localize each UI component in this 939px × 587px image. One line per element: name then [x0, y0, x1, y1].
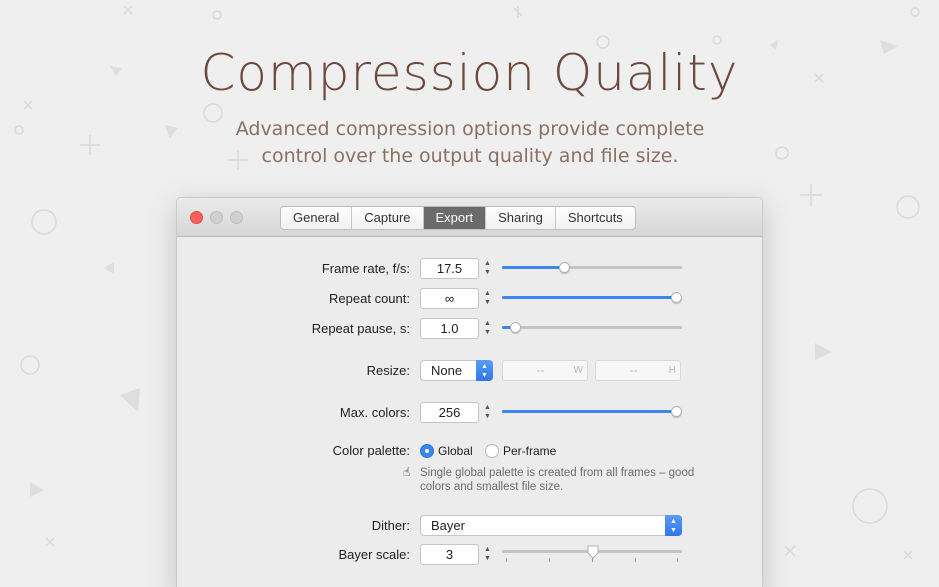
chevron-updown-icon: ▲ ▼ — [665, 515, 682, 536]
tab-export[interactable]: Export — [423, 207, 487, 229]
dither-popup[interactable]: Bayer ▲ ▼ — [420, 515, 682, 536]
slider-knob[interactable] — [587, 545, 599, 559]
palette-per-frame-label[interactable]: Per-frame — [503, 444, 556, 458]
max-colors-slider[interactable] — [502, 404, 682, 420]
height-suffix: H — [668, 365, 676, 376]
slider-tick — [635, 558, 636, 562]
hero-subtitle-line: control over the output quality and file… — [261, 145, 679, 167]
preferences-window: General Capture Export Sharing Shortcuts… — [176, 197, 763, 587]
width-suffix: W — [573, 365, 583, 376]
max-colors-field[interactable]: 256 — [420, 402, 479, 423]
resize-popup[interactable]: None ▲ ▼ — [420, 360, 493, 381]
frame-rate-field[interactable]: 17.5 — [420, 258, 479, 279]
slider-knob[interactable] — [671, 406, 682, 417]
palette-per-frame-radio[interactable] — [485, 444, 499, 458]
height-placeholder: -- — [629, 363, 638, 377]
tab-general[interactable]: General — [281, 207, 353, 229]
repeat-count-label: Repeat count: — [329, 291, 410, 306]
slider-knob[interactable] — [671, 292, 682, 303]
bayer-scale-label: Bayer scale: — [338, 547, 410, 562]
slider-knob[interactable] — [559, 262, 570, 273]
palette-hint-line: colors and smallest file size. — [420, 481, 564, 493]
width-placeholder: -- — [536, 363, 545, 377]
resize-label: Resize: — [366, 363, 410, 378]
bayer-scale-stepper[interactable]: ▲ ▼ — [483, 545, 492, 564]
hero-subtitle-line: Advanced compression options provide com… — [235, 118, 705, 140]
palette-hint: Single global palette is created from al… — [420, 466, 720, 494]
slider-fill — [502, 410, 682, 413]
max-colors-stepper[interactable]: ▲ ▼ — [483, 403, 492, 422]
repeat-count-stepper[interactable]: ▲ ▼ — [483, 289, 492, 308]
resize-width-field[interactable]: -- W — [502, 360, 588, 381]
tab-capture[interactable]: Capture — [352, 207, 424, 229]
bayer-scale-slider[interactable] — [502, 544, 682, 562]
repeat-pause-slider[interactable] — [502, 320, 682, 336]
repeat-pause-field[interactable]: 1.0 — [420, 318, 479, 339]
zoom-window-button[interactable] — [230, 211, 243, 224]
palette-global-label[interactable]: Global — [438, 444, 473, 458]
close-window-button[interactable] — [190, 211, 203, 224]
slider-tick — [549, 558, 550, 562]
tab-shortcuts[interactable]: Shortcuts — [555, 207, 635, 229]
repeat-count-field[interactable]: ∞ — [420, 288, 479, 309]
hero-subtitle: Advanced compression options provide com… — [190, 116, 750, 170]
slider-track — [502, 326, 682, 329]
dither-popup-value: Bayer — [431, 518, 465, 533]
preferences-tab-bar: General Capture Export Sharing Shortcuts — [280, 206, 636, 230]
bayer-scale-field[interactable]: 3 — [420, 544, 479, 565]
repeat-count-slider[interactable] — [502, 290, 682, 306]
minimize-window-button[interactable] — [210, 211, 223, 224]
dither-label: Dither: — [371, 518, 410, 533]
resize-height-field[interactable]: -- H — [595, 360, 681, 381]
frame-rate-slider[interactable] — [502, 260, 682, 276]
resize-popup-value: None — [431, 363, 463, 378]
color-palette-label: Color palette: — [332, 443, 410, 458]
frame-rate-label: Frame rate, f/s: — [321, 261, 410, 276]
slider-tick — [677, 558, 678, 562]
slider-fill — [502, 266, 563, 269]
pointing-hand-icon: ☝ — [403, 465, 411, 479]
slider-tick — [506, 558, 507, 562]
palette-hint-line: Single global palette is created from al… — [420, 467, 695, 479]
hero-title: Compression Quality — [200, 44, 739, 102]
tab-sharing[interactable]: Sharing — [486, 207, 556, 229]
frame-rate-stepper[interactable]: ▲ ▼ — [483, 259, 492, 278]
slider-fill — [502, 296, 682, 299]
repeat-pause-stepper[interactable]: ▲ ▼ — [483, 319, 492, 338]
repeat-pause-label: Repeat pause, s: — [311, 321, 410, 336]
palette-global-radio[interactable] — [420, 444, 434, 458]
window-titlebar: General Capture Export Sharing Shortcuts — [177, 198, 762, 237]
max-colors-label: Max. colors: — [339, 405, 410, 420]
chevron-updown-icon: ▲ ▼ — [476, 360, 493, 381]
slider-knob[interactable] — [510, 322, 521, 333]
